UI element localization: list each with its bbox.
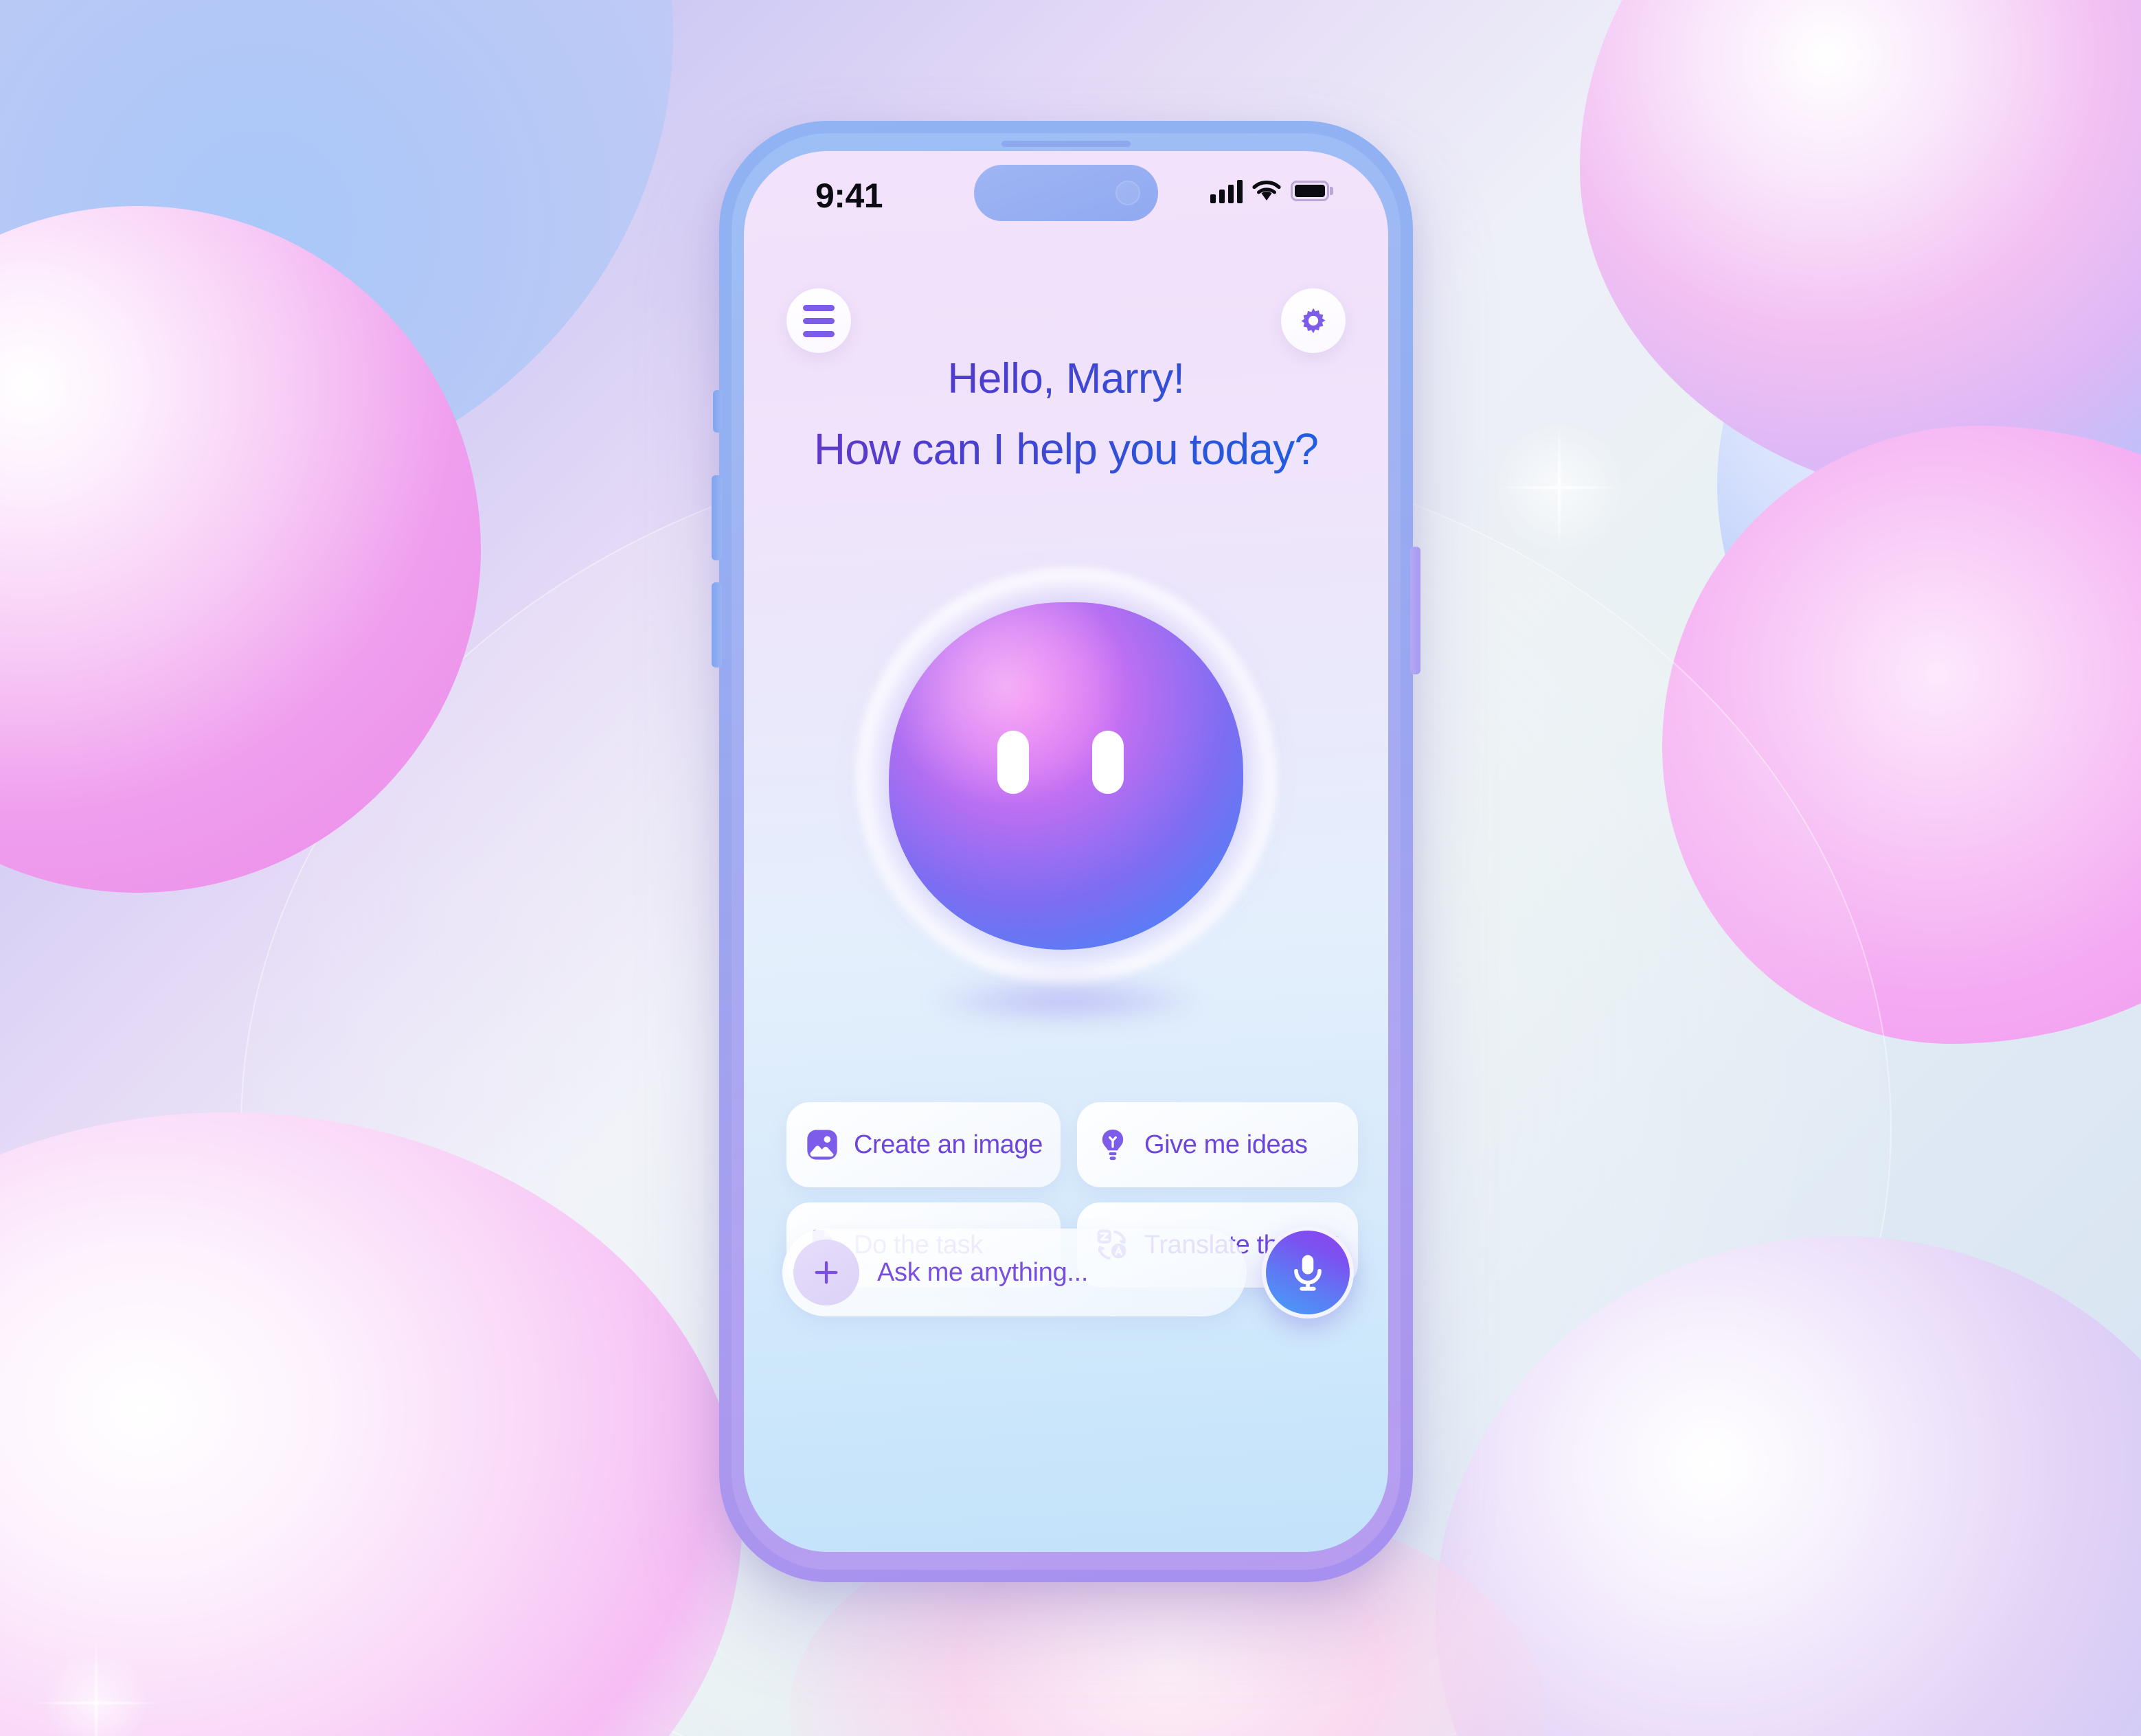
greeting-line-2: How can I help you today? <box>744 424 1388 475</box>
suggestion-give-me-ideas[interactable]: Give me ideas <box>1076 1102 1358 1187</box>
microphone-button[interactable] <box>1262 1226 1354 1318</box>
orb-eye-right <box>1092 730 1124 794</box>
add-attachment-button[interactable] <box>793 1240 859 1305</box>
phone-screen: 9:41 Hello, Marry! How can I help you to… <box>744 151 1388 1552</box>
composer-bar: Ask me anything... <box>782 1226 1354 1318</box>
orb-shadow <box>936 982 1197 1020</box>
search-input[interactable]: Ask me anything... <box>782 1229 1247 1316</box>
greeting-block: Hello, Marry! How can I help you today? <box>744 354 1388 475</box>
status-icons <box>1210 179 1329 203</box>
microphone-icon <box>1294 1255 1322 1291</box>
volume-down-button[interactable] <box>712 582 722 667</box>
suggestion-create-an-image[interactable]: Create an image <box>786 1102 1061 1187</box>
suggestion-label: Create an image <box>854 1130 1043 1159</box>
orb-eye-left <box>997 730 1029 794</box>
hamburger-menu-icon <box>803 304 835 337</box>
image-icon <box>807 1130 837 1160</box>
settings-button[interactable] <box>1281 288 1346 353</box>
battery-full-icon <box>1291 181 1329 201</box>
menu-button[interactable] <box>786 288 851 353</box>
plus-icon <box>815 1261 838 1284</box>
lightbulb-icon <box>1102 1129 1124 1161</box>
cellular-bars-icon <box>1210 179 1243 203</box>
volume-up-button[interactable] <box>712 475 722 560</box>
gear-icon <box>1301 308 1326 334</box>
phone-speaker-slot <box>1001 141 1131 147</box>
ai-assistant-orb[interactable] <box>822 534 1311 1020</box>
status-clock: 9:41 <box>815 176 883 215</box>
composer-placeholder: Ask me anything... <box>877 1257 1089 1287</box>
wifi-icon <box>1252 181 1281 201</box>
silent-switch-button[interactable] <box>713 390 722 433</box>
suggestion-label: Give me ideas <box>1144 1130 1308 1159</box>
phone-mockup: 9:41 Hello, Marry! How can I help you to… <box>712 121 1420 1582</box>
orb-body <box>889 602 1243 950</box>
status-bar: 9:41 <box>744 151 1388 254</box>
greeting-line-1: Hello, Marry! <box>744 354 1388 403</box>
power-button[interactable] <box>1410 547 1420 674</box>
dynamic-island <box>974 165 1158 221</box>
